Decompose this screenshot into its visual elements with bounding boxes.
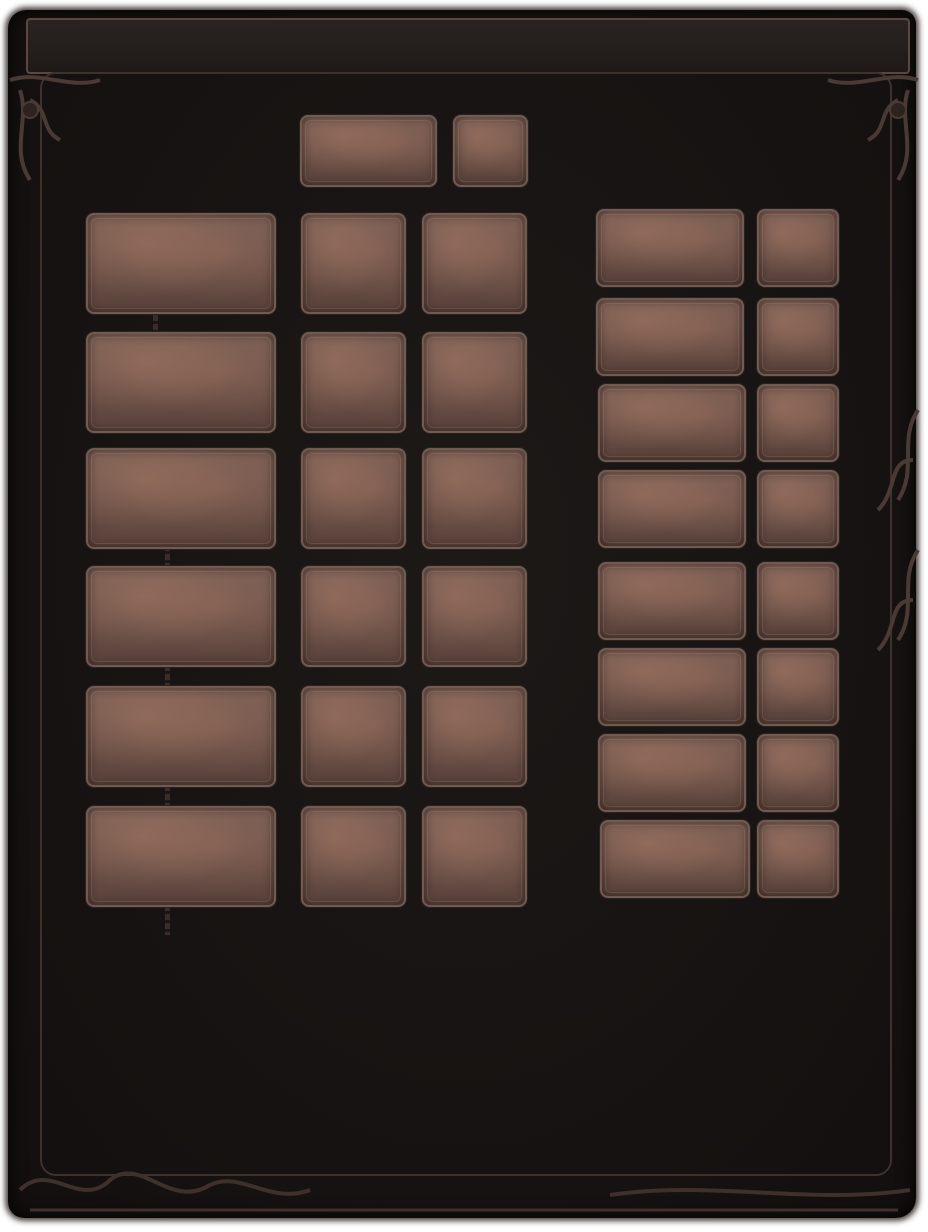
left-row-5-slot-3[interactable] (422, 686, 527, 787)
right-row-3-wide-slot[interactable] (598, 384, 746, 462)
left-row-1-slot-3[interactable] (422, 213, 527, 314)
right-row-1-wide-slot[interactable] (596, 209, 744, 287)
right-row-7-small-slot[interactable] (757, 734, 839, 812)
left-row-5-slot-2[interactable] (301, 686, 406, 787)
right-row-8-wide-slot[interactable] (600, 820, 750, 898)
left-row-6-wide-slot[interactable] (86, 806, 276, 907)
right-row-4-small-slot[interactable] (757, 470, 839, 548)
left-row-5-wide-slot[interactable] (86, 686, 276, 787)
left-row-3-slot-3[interactable] (422, 448, 527, 549)
left-row-2-slot-2[interactable] (301, 332, 406, 433)
right-row-6-small-slot[interactable] (757, 648, 839, 726)
right-row-6-wide-slot[interactable] (598, 648, 746, 726)
top-slot-small[interactable] (453, 115, 528, 187)
right-row-1-small-slot[interactable] (757, 209, 839, 287)
top-slot-wide[interactable] (300, 115, 437, 187)
right-row-7-wide-slot[interactable] (598, 734, 746, 812)
top-right-ornament-icon (827, 75, 919, 182)
chain-decoration (165, 665, 170, 687)
left-row-4-wide-slot[interactable] (86, 566, 276, 667)
chain-decoration (165, 905, 170, 935)
bottom-ornament-icon (18, 1171, 911, 1212)
top-left-ornament-icon (9, 75, 101, 182)
chain-decoration (153, 315, 158, 333)
chain-decoration (165, 785, 170, 807)
left-row-4-slot-2[interactable] (301, 566, 406, 667)
left-row-3-slot-2[interactable] (301, 448, 406, 549)
right-row-8-small-slot[interactable] (757, 820, 839, 898)
left-row-2-wide-slot[interactable] (86, 332, 276, 433)
right-row-4-wide-slot[interactable] (598, 470, 746, 548)
left-row-6-slot-2[interactable] (301, 806, 406, 907)
right-row-2-small-slot[interactable] (757, 298, 839, 376)
left-row-2-slot-3[interactable] (422, 332, 527, 433)
title-bar (26, 18, 910, 74)
left-row-1-wide-slot[interactable] (86, 213, 276, 314)
game-panel (0, 0, 928, 1232)
left-row-6-slot-3[interactable] (422, 806, 527, 907)
left-row-1-slot-2[interactable] (301, 213, 406, 314)
left-row-4-slot-3[interactable] (422, 566, 527, 667)
left-row-3-wide-slot[interactable] (86, 448, 276, 549)
right-row-2-wide-slot[interactable] (596, 298, 744, 376)
right-row-5-small-slot[interactable] (757, 562, 839, 640)
right-row-3-small-slot[interactable] (757, 384, 839, 462)
right-row-5-wide-slot[interactable] (598, 562, 746, 640)
